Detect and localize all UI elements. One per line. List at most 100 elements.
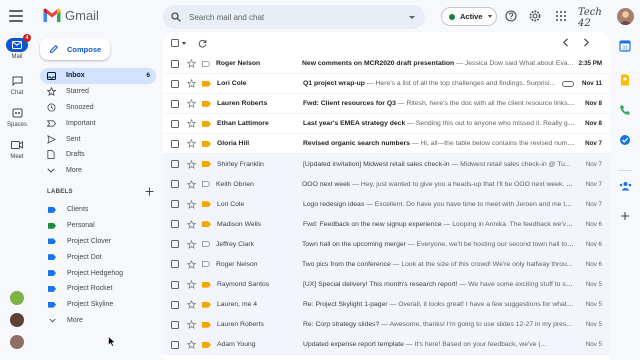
row-checkbox[interactable] (171, 79, 179, 88)
apps-grid-icon[interactable] (555, 10, 567, 22)
label-item-project-skyline[interactable]: Project Skyline (40, 297, 156, 313)
star-icon[interactable] (187, 59, 196, 69)
label-item-project-rocket[interactable]: Project Rocket (40, 281, 156, 297)
add-addon-icon[interactable] (617, 208, 633, 224)
email-row[interactable]: Lori Cole Logo redesign ideas — Excellent… (163, 194, 610, 215)
row-checkbox[interactable] (171, 180, 179, 189)
important-marker-icon[interactable] (202, 80, 211, 87)
search-options-icon[interactable] (409, 15, 415, 19)
contact-avatar[interactable] (10, 335, 24, 349)
email-row[interactable]: Roger Nelson Two pics from the conference… (163, 254, 610, 276)
important-marker-icon[interactable] (202, 161, 211, 168)
rail-item-meet[interactable]: Meet (0, 138, 34, 160)
label-item-clients[interactable]: Clients (40, 202, 156, 218)
main-menu-icon[interactable] (9, 10, 23, 22)
chevron-left-icon[interactable] (562, 38, 569, 47)
star-icon[interactable] (187, 119, 196, 129)
search-icon[interactable] (171, 12, 181, 22)
nav-item-snoozed[interactable]: Snoozed (40, 100, 156, 116)
important-marker-icon[interactable] (202, 341, 211, 348)
select-options-icon[interactable] (182, 41, 186, 45)
row-checkbox[interactable] (171, 340, 179, 349)
star-icon[interactable] (187, 239, 196, 249)
add-label-icon[interactable] (145, 187, 154, 196)
rail-item-spaces[interactable]: Spaces (0, 106, 34, 128)
row-checkbox[interactable] (171, 240, 179, 249)
row-checkbox[interactable] (171, 139, 179, 148)
search-input[interactable]: Search mail and chat (189, 13, 409, 22)
nav-item-more[interactable]: More (40, 163, 156, 179)
rail-item-mail[interactable]: 4 Mail (0, 34, 34, 60)
gmail-logo[interactable]: Gmail (42, 8, 99, 23)
row-checkbox[interactable] (171, 280, 179, 289)
star-icon[interactable] (187, 320, 196, 330)
important-marker-icon[interactable] (202, 221, 211, 228)
account-avatar[interactable] (617, 8, 634, 25)
phone-icon[interactable] (617, 102, 633, 118)
star-icon[interactable] (187, 219, 196, 229)
important-marker-icon[interactable] (202, 201, 211, 208)
star-icon[interactable] (187, 280, 196, 290)
keep-icon[interactable] (617, 72, 633, 88)
email-row[interactable]: Lauren Roberts Re: Corp strategy slides? … (163, 315, 610, 336)
row-checkbox[interactable] (171, 59, 179, 68)
nav-item-inbox[interactable]: Inbox 6 (40, 68, 156, 84)
important-marker-icon[interactable] (202, 261, 210, 268)
label-item-project-dot[interactable]: Project Dot (40, 249, 156, 265)
star-icon[interactable] (187, 139, 196, 149)
email-row[interactable]: Shirley Franklin [Updated invitation] Mid… (163, 154, 610, 175)
row-checkbox[interactable] (171, 160, 179, 169)
important-marker-icon[interactable] (202, 301, 211, 308)
important-marker-icon[interactable] (202, 120, 211, 127)
important-marker-icon[interactable] (202, 321, 211, 328)
status-selector[interactable]: Active (441, 7, 497, 26)
star-icon[interactable] (187, 179, 196, 189)
star-icon[interactable] (187, 79, 196, 89)
star-icon[interactable] (187, 259, 196, 269)
tasks-icon[interactable] (617, 132, 633, 148)
star-icon[interactable] (187, 340, 196, 350)
contacts-icon[interactable] (617, 178, 633, 194)
important-marker-icon[interactable] (202, 241, 210, 248)
email-row[interactable]: Adam Young Updated expense report templat… (163, 335, 610, 356)
select-all-checkbox[interactable] (171, 39, 179, 47)
nav-item-starred[interactable]: Starred (40, 84, 156, 100)
row-checkbox[interactable] (171, 119, 179, 128)
row-checkbox[interactable] (171, 260, 179, 269)
email-row[interactable]: Ethan Lattimore Last year's EMEA strategy… (163, 114, 610, 135)
email-row[interactable]: Gloria Hill Revised organic search number… (163, 134, 610, 155)
rail-item-chat[interactable]: Chat (0, 74, 34, 96)
important-marker-icon[interactable] (202, 140, 211, 147)
email-row[interactable]: Keith Obrien OOO next week — Hey, just wa… (163, 174, 610, 195)
help-icon[interactable] (505, 10, 517, 22)
email-row[interactable]: Lauren, me 4 Re: Project Skylight 1-pager… (163, 295, 610, 316)
nav-item-important[interactable]: Important (40, 115, 156, 131)
important-marker-icon[interactable] (202, 181, 210, 188)
email-row[interactable]: Lauren Roberts Fwd: Client resources for … (163, 94, 610, 115)
row-checkbox[interactable] (171, 200, 179, 209)
label-item-project-clover[interactable]: Project Clover (40, 234, 156, 250)
email-row[interactable]: Lori Cole Q1 project wrap-up — Here's a l… (163, 74, 610, 95)
row-checkbox[interactable] (171, 320, 179, 329)
star-icon[interactable] (187, 300, 196, 310)
important-marker-icon[interactable] (202, 60, 210, 67)
nav-item-drafts[interactable]: Drafts (40, 147, 156, 163)
chevron-right-icon[interactable] (583, 38, 590, 47)
search-bar[interactable]: Search mail and chat (163, 5, 425, 29)
compose-button[interactable]: Compose (40, 38, 110, 60)
email-row[interactable]: Madison Wells Fwd: Feedback on the new si… (163, 214, 610, 235)
star-icon[interactable] (187, 99, 196, 109)
refresh-icon[interactable] (198, 39, 207, 48)
important-marker-icon[interactable] (202, 281, 211, 288)
nav-item-sent[interactable]: Sent (40, 131, 156, 147)
star-icon[interactable] (187, 159, 196, 169)
email-row[interactable]: Roger Nelson New comments on MCR2020 draf… (163, 54, 610, 75)
contact-avatar[interactable] (10, 291, 24, 305)
label-item-more[interactable]: More (40, 313, 156, 329)
row-checkbox[interactable] (171, 220, 179, 229)
email-row[interactable]: Raymond Santos [UX] Special delivery! Thi… (163, 275, 610, 296)
label-item-project-hedgehog[interactable]: Project Hedgehog (40, 265, 156, 281)
email-row[interactable]: Jeffrey Clark Town hall on the upcoming m… (163, 234, 610, 255)
calendar-icon[interactable]: 31 (617, 38, 633, 54)
label-item-personal[interactable]: Personal (40, 218, 156, 234)
